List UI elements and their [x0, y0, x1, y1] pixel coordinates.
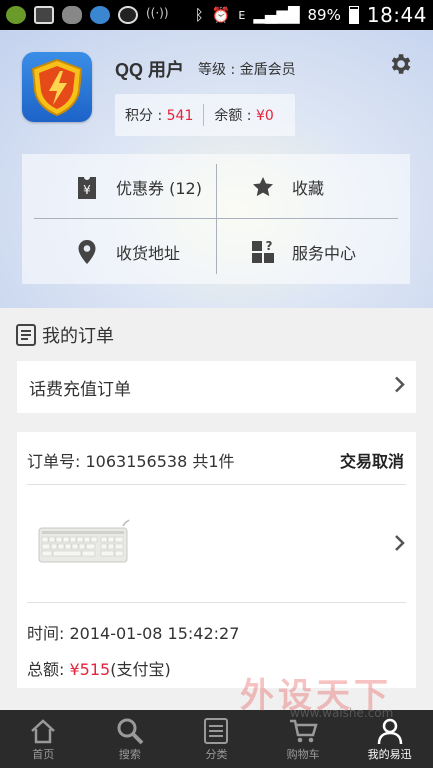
profile-header: QQ 用户 等级 : 金盾会员 积分 : 541 余额 : ¥0 ¥ 优惠券 (…	[0, 30, 433, 308]
category-list-icon	[203, 716, 229, 746]
image-notification-icon	[34, 6, 54, 24]
balance-label: 余额 :	[214, 108, 256, 124]
location-pin-icon	[72, 237, 102, 267]
battery-icon	[348, 6, 359, 24]
service-center-button[interactable]: ? 服务中心	[216, 219, 410, 284]
gear-icon	[391, 54, 411, 74]
status-bar: ((·)) ᛒ ⏰ E ▂▄▆█ 89% 18:44	[0, 0, 433, 30]
avatar[interactable]	[22, 52, 92, 122]
favorites-label: 收藏	[292, 178, 325, 198]
order-total: 总额: ¥515(支付宝)	[27, 656, 171, 680]
svg-text:¥: ¥	[83, 183, 91, 197]
home-icon	[29, 716, 57, 746]
svg-text:?: ?	[266, 240, 273, 253]
chevron-right-icon	[394, 376, 406, 399]
wifi-signal-icon: ((·))	[146, 6, 169, 20]
tab-search-label: 搜索	[118, 748, 141, 761]
tab-cart[interactable]: 购物车	[260, 710, 347, 768]
orders-title-label: 我的订单	[42, 326, 114, 347]
tab-home-label: 首页	[32, 748, 55, 761]
data-icon: E	[238, 8, 246, 22]
star-icon	[248, 172, 278, 202]
address-label: 收货地址	[116, 243, 181, 263]
coupons-label: 优惠券 (12)	[116, 178, 202, 198]
tab-home[interactable]: 首页	[0, 710, 87, 768]
divider	[27, 602, 406, 603]
cart-icon	[288, 716, 318, 746]
shield-icon	[31, 58, 83, 117]
balance-value: ¥0	[255, 108, 274, 124]
qq-icon	[118, 6, 138, 24]
tab-mine[interactable]: 我的易迅	[346, 710, 433, 768]
bluetooth-icon: ᛒ	[194, 6, 204, 24]
app-notification-icon	[6, 6, 26, 24]
weather-icon	[62, 6, 82, 24]
keyboard-icon	[38, 519, 130, 563]
balance[interactable]: 余额 : ¥0	[204, 105, 283, 125]
tab-category-label: 分类	[205, 748, 228, 761]
tab-category[interactable]: 分类	[173, 710, 260, 768]
user-name: QQ 用户	[115, 60, 185, 80]
points-label: 积分 :	[125, 108, 167, 124]
shortcut-grid: ¥ 优惠券 (12) 收藏 收货地址 ? 服务中心	[22, 154, 410, 284]
address-button[interactable]: 收货地址	[22, 219, 216, 284]
order-status: 交易取消	[339, 452, 404, 471]
service-label: 服务中心	[292, 243, 357, 263]
tab-cart-label: 购物车	[286, 748, 320, 761]
points[interactable]: 积分 : 541	[115, 105, 203, 125]
total-label: 总额:	[27, 660, 70, 679]
points-value: 541	[166, 108, 194, 124]
payment-method: (支付宝)	[110, 660, 171, 679]
divider	[27, 484, 406, 485]
favorites-button[interactable]: 收藏	[216, 154, 410, 219]
total-value: ¥515	[69, 660, 111, 679]
alarm-icon: ⏰	[211, 6, 231, 24]
user-icon	[376, 716, 404, 746]
clock: 18:44	[366, 3, 427, 27]
order-list-icon	[16, 324, 36, 346]
order-time: 时间: 2014-01-08 15:42:27	[27, 624, 240, 643]
service-grid-icon: ?	[248, 237, 278, 267]
recharge-orders-row[interactable]: 话费充值订单	[17, 361, 416, 413]
chevron-right-icon	[394, 534, 406, 556]
recharge-orders-label: 话费充值订单	[29, 379, 131, 400]
order-card[interactable]: 订单号: 1063156538 共1件 交易取消 时间: 2014-01-08 …	[17, 432, 416, 688]
coupon-icon: ¥	[72, 172, 102, 202]
product-image[interactable]	[37, 518, 131, 566]
order-number: 订单号: 1063156538 共1件	[27, 452, 235, 471]
signal-icon: ▂▄▆█	[253, 6, 300, 24]
coupons-button[interactable]: ¥ 优惠券 (12)	[22, 154, 216, 219]
settings-button[interactable]	[386, 50, 414, 78]
tab-mine-label: 我的易迅	[367, 748, 412, 761]
bottom-nav: 首页 搜索 分类 购物车 我的易迅	[0, 710, 433, 768]
orders-section-title: 我的订单	[16, 322, 114, 348]
battery-percent: 89%	[307, 6, 341, 24]
member-level: 等级 : 金盾会员	[198, 62, 296, 78]
points-balance-box: 积分 : 541 余额 : ¥0	[115, 94, 295, 136]
search-icon	[116, 716, 144, 746]
browser-notification-icon	[90, 6, 110, 24]
tab-search[interactable]: 搜索	[87, 710, 174, 768]
